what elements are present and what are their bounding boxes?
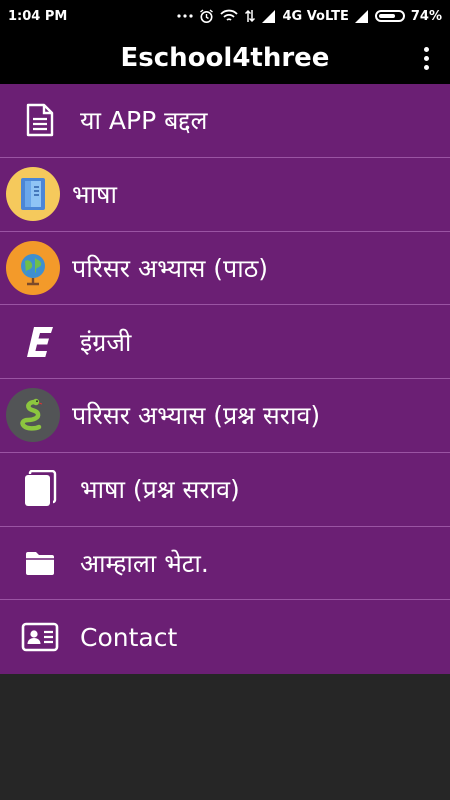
menu-item-environment-lessons[interactable]: परिसर अभ्यास (पाठ): [0, 232, 450, 306]
folder-icon: [0, 550, 80, 576]
more-vert-icon[interactable]: [414, 42, 438, 74]
menu-item-language-practice[interactable]: भाषा (प्रश्न सराव): [0, 453, 450, 527]
menu-item-label: आम्हाला भेटा.: [80, 548, 209, 578]
more-notifications-icon: [177, 13, 194, 19]
menu-item-label: भाषा: [72, 180, 117, 210]
menu-item-language[interactable]: भाषा: [0, 158, 450, 232]
data-transfer-icon: [244, 9, 256, 23]
book-circle-icon: [6, 167, 60, 222]
alarm-icon: [199, 8, 214, 24]
empty-background: [0, 674, 450, 800]
wifi-icon: [220, 9, 239, 23]
navigation-menu: या APP बद्दल भाषा परिसर अभ्यास (पाठ) इंग…: [0, 84, 450, 674]
app-title: Eschool4three: [120, 43, 330, 73]
menu-item-contact[interactable]: Contact: [0, 600, 450, 674]
globe-circle-icon: [6, 240, 60, 295]
menu-item-environment-practice[interactable]: परिसर अभ्यास (प्रश्न सराव): [0, 379, 450, 453]
status-bar: 1:04 PM 4G VoLTE 74%: [0, 0, 450, 32]
cards-icon: [0, 470, 80, 508]
menu-item-label: भाषा (प्रश्न सराव): [80, 475, 240, 505]
status-time: 1:04 PM: [8, 8, 68, 24]
menu-item-label: परिसर अभ्यास (पाठ): [72, 253, 269, 283]
app-bar: Eschool4three: [0, 32, 450, 84]
network-type: 4G VoLTE: [282, 8, 349, 24]
signal-icon: [262, 9, 276, 23]
status-icons: 4G VoLTE 74%: [177, 9, 442, 24]
snake-circle-icon: [6, 388, 60, 443]
menu-item-label: या APP बद्दल: [80, 106, 208, 136]
battery-percent: 74%: [410, 8, 442, 24]
document-icon: [0, 103, 80, 137]
menu-item-english[interactable]: इंग्रजी: [0, 305, 450, 379]
contact-card-icon: [0, 622, 80, 652]
menu-item-visit-us[interactable]: आम्हाला भेटा.: [0, 527, 450, 601]
battery-icon: [374, 10, 405, 22]
menu-item-label: Contact: [80, 622, 178, 652]
menu-item-label: इंग्रजी: [80, 327, 132, 357]
menu-item-about-app[interactable]: या APP बद्दल: [0, 84, 450, 158]
menu-item-label: परिसर अभ्यास (प्रश्न सराव): [72, 401, 321, 431]
letter-e-icon: [0, 325, 80, 359]
signal-icon-2: [354, 9, 369, 23]
